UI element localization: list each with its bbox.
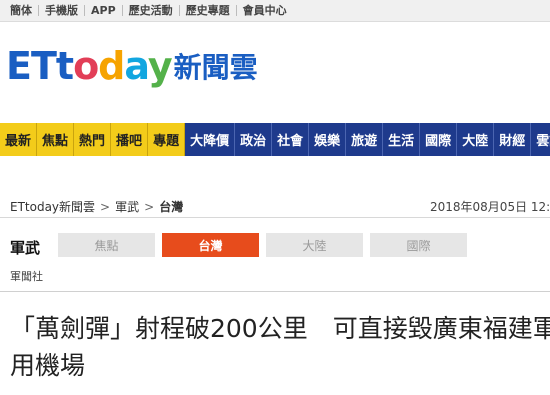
nav-broadcast[interactable]: 播吧 <box>111 123 149 156</box>
breadcrumb-home[interactable]: ETtoday新聞雲 <box>10 198 95 215</box>
article-source: 軍聞社 <box>10 270 43 283</box>
tab-taiwan[interactable]: 台灣 <box>162 233 259 257</box>
nav-sale[interactable]: 大降價 <box>185 123 236 156</box>
publish-date: 2018年08月05日 12:23 <box>430 200 550 214</box>
breadcrumb-separator: > <box>144 199 155 214</box>
nav-topics[interactable]: 專題 <box>148 123 186 156</box>
nav-focus[interactable]: 焦點 <box>37 123 75 156</box>
logo-wordmark: ETtoday <box>6 44 173 88</box>
divider <box>0 291 550 292</box>
nav-finance[interactable]: 財經 <box>494 123 532 156</box>
article-headline: 「萬劍彈」射程破200公里 可直接毀廣東福建軍用機場 <box>10 314 550 380</box>
link-member-center[interactable]: 會員中心 <box>237 5 293 16</box>
nav-latest[interactable]: 最新 <box>0 123 38 156</box>
tab-international[interactable]: 國際 <box>370 233 467 257</box>
link-history-events[interactable]: 歷史活動 <box>123 5 180 16</box>
nav-life[interactable]: 生活 <box>383 123 421 156</box>
link-simplified[interactable]: 簡体 <box>4 5 39 16</box>
nav-entertainment[interactable]: 娛樂 <box>309 123 347 156</box>
breadcrumb-military[interactable]: 軍武 <box>115 198 139 215</box>
breadcrumb-separator: > <box>100 199 111 214</box>
main-nav: 最新 焦點 熱門 播吧 專題 大降價 政治 社會 娛樂 旅遊 生活 國際 大陸 … <box>0 123 550 156</box>
nav-international[interactable]: 國際 <box>420 123 458 156</box>
category-title: 軍武 <box>10 239 41 257</box>
link-mobile[interactable]: 手機版 <box>39 5 85 16</box>
tab-mainland[interactable]: 大陸 <box>266 233 363 257</box>
link-app[interactable]: APP <box>85 5 123 16</box>
nav-society[interactable]: 社會 <box>272 123 310 156</box>
nav-mainland[interactable]: 大陸 <box>457 123 495 156</box>
nav-popular[interactable]: 熱門 <box>74 123 112 156</box>
category-tabs: 焦點 台灣 大陸 國際 <box>58 233 474 257</box>
top-link-bar: 簡体 手機版 APP 歷史活動 歷史專題 會員中心 <box>0 0 550 22</box>
nav-opinion[interactable]: 雲論 <box>531 123 550 156</box>
site-logo[interactable]: ETtoday 新聞雲 <box>6 38 258 94</box>
link-history-topics[interactable]: 歷史專題 <box>180 5 237 16</box>
tab-focus[interactable]: 焦點 <box>58 233 155 257</box>
nav-politics[interactable]: 政治 <box>235 123 273 156</box>
logo-chinese-text: 新聞雲 <box>173 51 258 84</box>
divider <box>0 217 550 218</box>
breadcrumb: ETtoday新聞雲 > 軍武 > 台灣 <box>10 198 183 215</box>
nav-travel[interactable]: 旅遊 <box>346 123 384 156</box>
breadcrumb-taiwan[interactable]: 台灣 <box>159 198 183 215</box>
